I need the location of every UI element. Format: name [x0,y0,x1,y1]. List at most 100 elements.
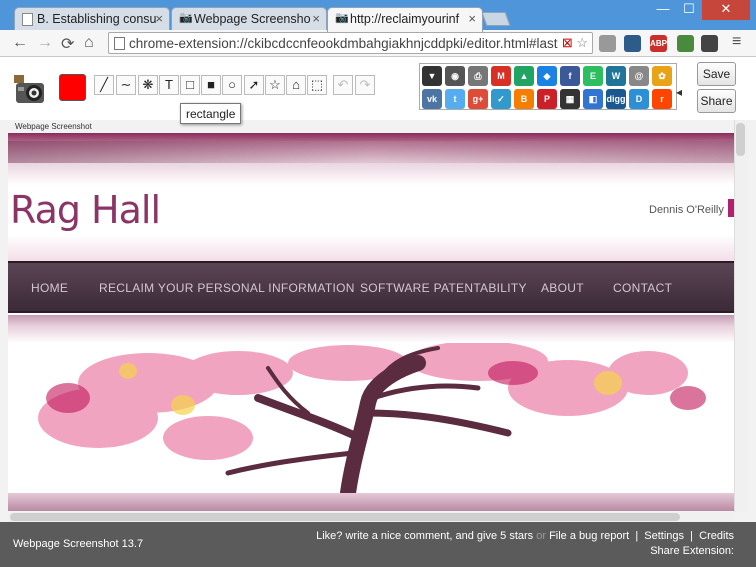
pinterest-icon[interactable]: P [537,89,557,109]
tab-reclaimyourinfo[interactable]: 📷 http://reclaimyourinf × [327,7,483,32]
home-icon[interactable]: ⌂ [84,34,94,52]
dropbox-icon[interactable]: ◆ [537,66,557,86]
curve-tool[interactable]: ∼ [116,75,136,95]
site-nav-reclaim: RECLAIM YOUR PERSONAL INFORMATION [99,281,355,295]
new-tab-button[interactable] [481,12,511,26]
facebook-icon[interactable]: f [560,66,580,86]
redo-icon[interactable]: ↷ [355,75,375,95]
nav-watercolor [8,315,734,343]
maximize-icon[interactable]: ☐ [676,0,702,20]
browser-navbar: ← → ⟳ ⌂ chrome-extension://ckibcdccnfeoo… [0,30,756,57]
camera-ext-icon[interactable] [701,35,718,52]
crop-tool[interactable]: ⬚ [307,75,327,95]
stop-icon[interactable]: ⊠ [562,35,573,50]
share-extension-label: Share Extension: [650,545,734,557]
save-disk-icon[interactable]: ▼ [422,66,442,86]
vkontakte-icon[interactable]: vk [422,89,442,109]
print-icon[interactable]: ⎙ [468,66,488,86]
site-nav-about: ABOUT [541,281,584,295]
forward-icon[interactable]: → [37,34,53,52]
site-author: Dennis O'Reilly [649,204,724,216]
qr-code-icon[interactable]: ▦ [560,89,580,109]
picasa-icon[interactable]: ✿ [652,66,672,86]
omnibox-actions: ⊠ ☆ [562,35,588,51]
url-text[interactable]: chrome-extension://ckibcdccnfeookdmbahgi… [129,36,557,51]
blogger-icon[interactable]: B [514,89,534,109]
settings-link[interactable]: Settings [644,530,684,542]
color-picker[interactable] [59,74,86,101]
credits-link[interactable]: Credits [699,530,734,542]
gmail-icon[interactable]: M [491,66,511,86]
tab-title: Webpage Screensho [194,12,311,26]
twitter-icon[interactable]: t [445,89,465,109]
undo-icon[interactable]: ↶ [333,75,353,95]
tab-title: http://reclaimyourinf [350,12,460,26]
close-icon[interactable]: × [155,11,163,26]
share-button[interactable]: Share [697,89,736,113]
horizontal-scroll-thumb[interactable] [10,513,680,521]
back-icon[interactable]: ← [12,34,28,52]
version-label: Webpage Screenshot 13.7 [13,538,144,550]
delicious-icon[interactable]: ◧ [583,89,603,109]
arrow-tool[interactable]: ➚ [244,75,264,95]
captured-page-image[interactable]: Rag Hall Dennis O'Reilly HOME RECLAIM YO… [8,133,734,511]
clipper-ext-icon[interactable] [677,35,694,52]
ellipse-tool[interactable]: ○ [222,75,242,95]
camera-icon: 📷 [179,12,193,24]
collapse-arrow-icon[interactable]: ◂ [676,85,682,99]
site-nav-contact: CONTACT [613,281,673,295]
page-icon [114,37,125,50]
delicious-like-icon[interactable]: ✓ [491,89,511,109]
watercolor-tree-image [8,343,734,493]
tab-webpage-screenshot[interactable]: 📷 Webpage Screensho × [171,7,327,31]
save-button[interactable]: Save [697,62,736,86]
browser-tab-strip: B. Establishing consu × 📷 Webpage Screen… [0,0,756,32]
minimize-icon[interactable]: — [650,0,676,20]
tool-tooltip: rectangle [180,103,242,124]
rate-link[interactable]: Like? write a nice comment, and give 5 s… [316,530,533,542]
filled-rectangle-tool[interactable]: ■ [201,75,221,95]
site-navigation: HOME RECLAIM YOUR PERSONAL INFORMATION S… [8,261,734,313]
blur-tool[interactable]: ❋ [138,75,158,95]
profile-ext-icon[interactable] [599,35,616,52]
vertical-scroll-thumb[interactable] [736,123,745,156]
site-nav-home: HOME [31,281,69,295]
adblock-ext-icon[interactable]: ABP [650,35,667,52]
share-services-grid: ▼ ◉ ⎙ M ▲ ◆ f E W @ ✿ vk t g+ ✓ B P ▦ ◧ digg Dr [419,63,677,110]
rectangle-tool[interactable]: □ [180,75,200,95]
bug-report-link[interactable]: File a bug report [549,530,629,542]
email-icon[interactable]: @ [629,66,649,86]
close-icon[interactable]: × [312,11,320,26]
wordpress-icon[interactable]: W [606,66,626,86]
bookmark-star-icon[interactable]: ☆ [576,35,588,50]
menu-icon[interactable]: ≡ [732,33,741,51]
site-title: Rag Hall [10,188,161,232]
window-close-icon[interactable]: ✕ [702,0,750,20]
tab-establishing[interactable]: B. Establishing consu × [14,7,170,31]
line-tool[interactable]: ╱ [94,75,114,95]
address-bar[interactable]: chrome-extension://ckibcdccnfeookdmbahgi… [108,32,593,54]
diigo-icon[interactable]: D [629,89,649,109]
vertical-scrollbar[interactable] [734,120,748,512]
webpage-screenshot-logo-icon [14,75,44,103]
close-icon[interactable]: × [468,11,476,26]
tab-title: B. Establishing consu [37,12,157,26]
separator: | [690,530,694,542]
site-nav-software: SOFTWARE PATENTABILITY [360,281,527,295]
or-text: or [536,530,547,542]
google-plus-icon[interactable]: g+ [468,89,488,109]
screenshot-icon[interactable]: ◉ [445,66,465,86]
evernote-icon[interactable]: E [583,66,603,86]
avatar-ext-icon[interactable] [624,35,641,52]
camera-icon: 📷 [335,12,349,24]
digg-icon[interactable]: digg [606,89,626,109]
reload-icon[interactable]: ⟳ [61,34,74,54]
google-drive-icon[interactable]: ▲ [514,66,534,86]
text-tool[interactable]: T [159,75,179,95]
house-tool[interactable]: ⌂ [286,75,306,95]
header-smudge [8,141,734,163]
reddit-icon[interactable]: r [652,89,672,109]
canvas-caption: Webpage Screenshot [15,122,92,131]
separator: | [635,530,639,542]
star-tool[interactable]: ☆ [265,75,285,95]
